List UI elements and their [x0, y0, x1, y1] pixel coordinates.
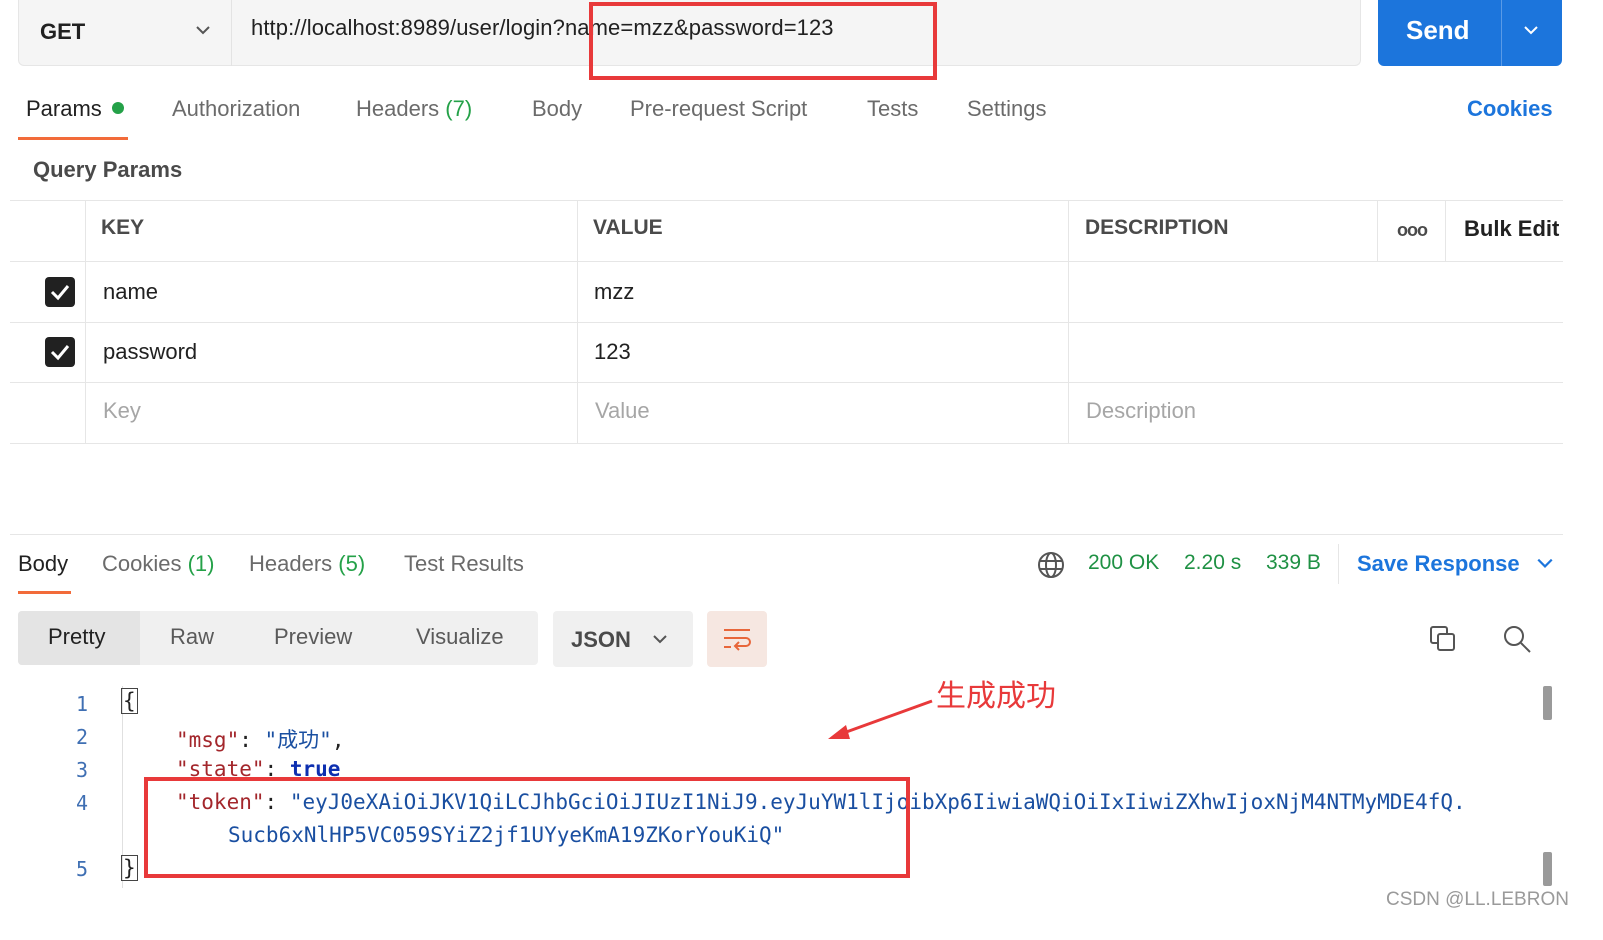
chevron-down-icon [653, 635, 667, 644]
chevron-down-icon [196, 26, 210, 35]
tab-headers-count: (7) [445, 96, 473, 121]
line-number: 5 [75, 857, 88, 881]
table-border-bottom [10, 443, 1563, 444]
response-tab-cookies-count: (1) [187, 551, 215, 576]
tab-headers[interactable]: Headers (7) [356, 96, 472, 122]
code-line-state: "state": true [176, 757, 341, 779]
line-number: 4 [75, 791, 88, 815]
table-col-divider [85, 200, 86, 443]
view-preview-button[interactable]: Preview [274, 624, 352, 650]
response-size[interactable]: 339 B [1266, 551, 1321, 575]
bulk-edit-button[interactable]: Bulk Edit [1464, 216, 1559, 242]
tab-settings[interactable]: Settings [967, 96, 1047, 122]
query-params-title: Query Params [33, 157, 183, 182]
chevron-down-icon [1537, 558, 1553, 568]
param-description-placeholder[interactable]: Description [1086, 398, 1196, 424]
param-key-cell[interactable]: name [103, 279, 158, 305]
table-border-top [10, 200, 1563, 201]
annotation-box-token [144, 777, 910, 878]
status-code[interactable]: 200 OK [1088, 551, 1159, 575]
response-tab-test-results[interactable]: Test Results [404, 551, 524, 577]
line-number: 2 [75, 725, 88, 749]
response-divider [10, 534, 1563, 535]
annotation-arrow-icon [828, 699, 933, 739]
param-value-cell[interactable]: 123 [594, 339, 631, 365]
tab-body[interactable]: Body [532, 96, 582, 122]
response-tab-body[interactable]: Body [18, 551, 68, 577]
json-key-msg: "msg" [176, 728, 240, 752]
tab-params-label: Params [26, 96, 102, 121]
line-number: 1 [75, 692, 88, 716]
method-select[interactable]: GET [19, 0, 232, 66]
annotation-box-url [589, 2, 937, 80]
url-base: http://localhost:8989/user/login? [251, 15, 565, 40]
json-value-state: true [289, 757, 341, 779]
table-border [10, 261, 1563, 262]
response-tab-cookies-label: Cookies [102, 551, 182, 576]
table-border [10, 322, 1563, 323]
param-checkbox[interactable] [45, 277, 75, 307]
view-pretty-button[interactable]: Pretty [48, 624, 105, 650]
response-tab-headers[interactable]: Headers (5) [249, 551, 365, 577]
param-checkbox[interactable] [45, 337, 75, 367]
response-time[interactable]: 2.20 s [1184, 551, 1241, 575]
column-header-key: KEY [101, 216, 145, 239]
view-visualize-button[interactable]: Visualize [416, 624, 504, 650]
format-select[interactable]: JSON [553, 611, 693, 667]
view-raw-button[interactable]: Raw [170, 624, 214, 650]
open-brace-text: { [121, 688, 138, 714]
table-col-divider [577, 200, 578, 443]
search-icon[interactable] [1502, 624, 1532, 654]
send-divider [1501, 0, 1502, 66]
response-tab-headers-count: (5) [338, 551, 366, 576]
globe-icon[interactable] [1037, 551, 1065, 579]
response-tab-cookies[interactable]: Cookies (1) [102, 551, 215, 577]
tab-tests[interactable]: Tests [867, 96, 918, 122]
table-border [10, 382, 1563, 383]
save-response-label: Save Response [1357, 551, 1520, 576]
close-brace-text: } [121, 855, 138, 881]
column-header-description: DESCRIPTION [1085, 216, 1229, 239]
code-line-msg: "msg": "成功", [176, 728, 345, 752]
chevron-down-icon[interactable] [1523, 22, 1539, 38]
send-label: Send [1406, 15, 1470, 45]
response-tab-headers-label: Headers [249, 551, 333, 576]
param-key-placeholder[interactable]: Key [103, 398, 141, 424]
tab-active-underline [18, 137, 128, 140]
json-key-state: "state" [176, 757, 265, 779]
copy-icon[interactable] [1428, 624, 1458, 654]
param-key-cell[interactable]: password [103, 339, 197, 365]
open-brace: { [121, 688, 138, 714]
close-brace: } [121, 855, 138, 881]
more-options-icon[interactable]: ooo [1397, 220, 1428, 241]
tab-authorization[interactable]: Authorization [172, 96, 300, 122]
tab-prerequest-script[interactable]: Pre-request Script [630, 96, 807, 122]
save-response-button[interactable]: Save Response [1357, 551, 1554, 577]
watermark: CSDN @LL.LEBRON [1386, 889, 1569, 910]
json-value-msg: "成功" [264, 728, 332, 752]
line-number: 3 [75, 758, 88, 782]
table-col-divider [1445, 200, 1446, 261]
cookies-link[interactable]: Cookies [1467, 96, 1553, 122]
response-tab-underline [18, 591, 71, 594]
wrap-lines-icon [724, 629, 751, 651]
param-value-cell[interactable]: mzz [594, 279, 634, 305]
status-divider [1338, 544, 1339, 584]
table-col-divider [1068, 200, 1069, 443]
scrollbar-thumb[interactable] [1543, 686, 1552, 720]
method-label: GET [40, 19, 86, 44]
tab-headers-label: Headers [356, 96, 440, 121]
send-button[interactable]: Send [1378, 0, 1562, 66]
annotation-label: 生成成功 [936, 680, 1056, 713]
checkmark-icon [50, 345, 70, 361]
params-active-dot [111, 102, 124, 114]
table-col-divider [1377, 200, 1378, 261]
scrollbar-thumb[interactable] [1543, 852, 1552, 886]
column-header-value: VALUE [593, 216, 663, 239]
param-value-placeholder[interactable]: Value [595, 398, 650, 424]
wrap-lines-button[interactable] [707, 611, 767, 667]
format-label: JSON [571, 627, 631, 652]
tab-params[interactable]: Params [26, 96, 124, 122]
checkmark-icon [50, 285, 70, 301]
